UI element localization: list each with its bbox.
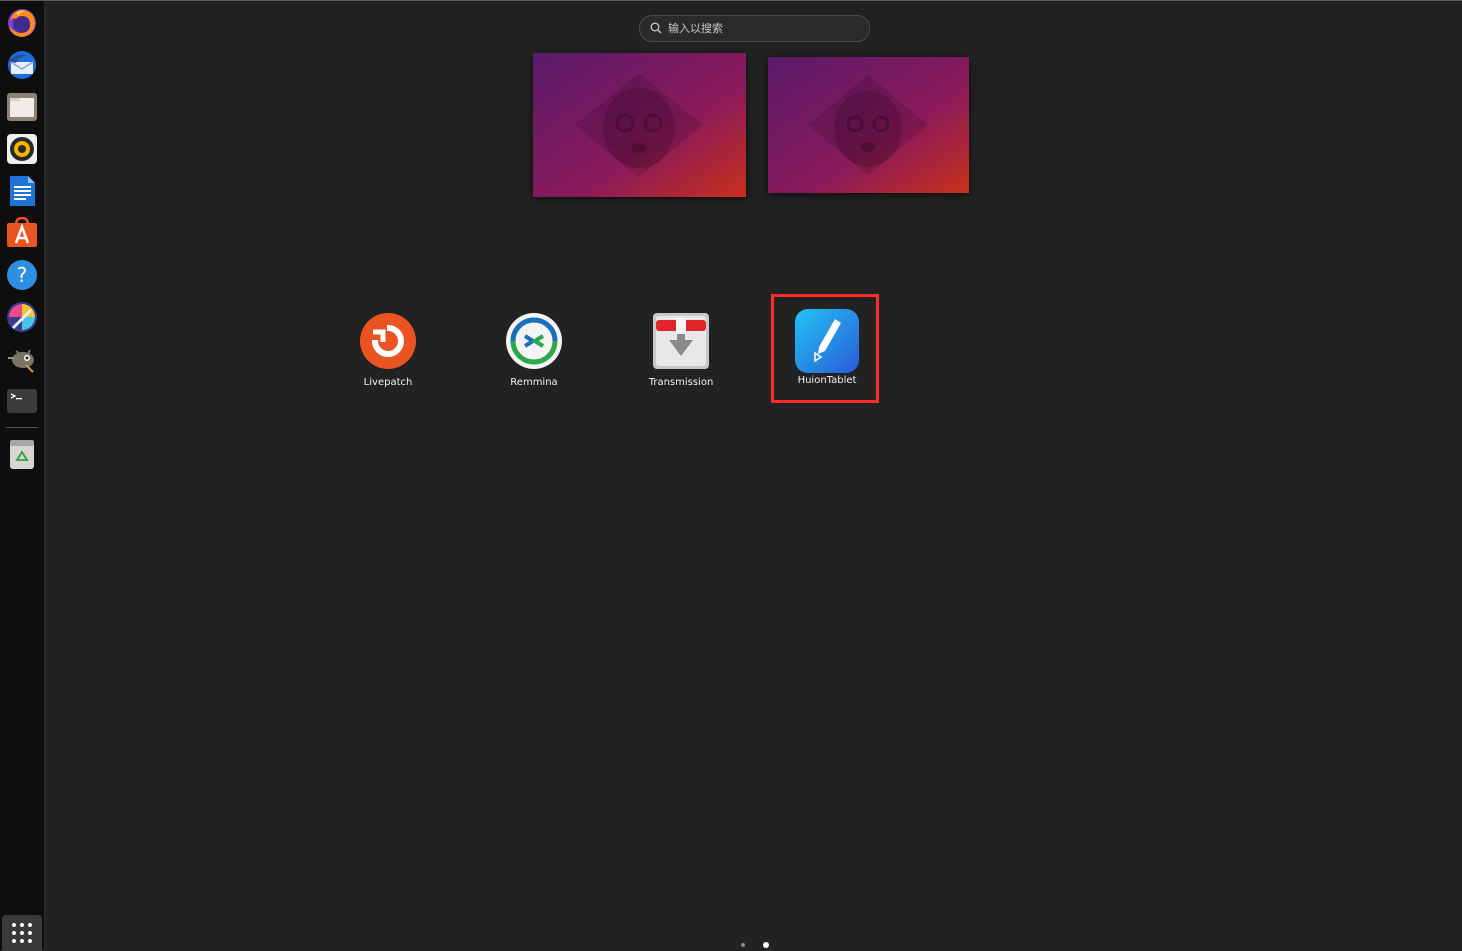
app-label: Livepatch: [363, 377, 413, 388]
search-icon: [650, 22, 662, 34]
help-icon[interactable]: ?: [6, 259, 38, 291]
dock-separator: [6, 427, 38, 428]
top-edge: [0, 0, 1462, 1]
files-icon[interactable]: [6, 91, 38, 123]
remmina-icon: [506, 313, 562, 369]
trash-icon[interactable]: [6, 438, 38, 470]
rhythmbox-icon[interactable]: [6, 133, 38, 165]
app-label: Remmina: [510, 377, 558, 388]
search-input[interactable]: [668, 20, 858, 37]
thunderbird-icon[interactable]: [6, 49, 38, 81]
page-indicator-1[interactable]: [741, 943, 745, 947]
highlight-box: [771, 294, 879, 403]
search-box[interactable]: [639, 15, 870, 42]
gimp-icon[interactable]: [6, 343, 38, 375]
app-label: Transmission: [648, 377, 714, 388]
terminal-icon[interactable]: [6, 385, 38, 417]
workspace-thumbnail-2[interactable]: [768, 57, 969, 193]
apps-grid-icon[interactable]: [2, 915, 42, 951]
firefox-icon[interactable]: [6, 7, 38, 39]
app-remmina[interactable]: Remmina: [474, 298, 594, 398]
workspace-thumbnail-1[interactable]: [533, 53, 746, 197]
dock: ?: [0, 1, 45, 951]
libreoffice-writer-icon[interactable]: [6, 175, 38, 207]
livepatch-icon: [360, 313, 416, 369]
app-livepatch[interactable]: Livepatch: [328, 298, 448, 398]
svg-text:?: ?: [17, 263, 28, 287]
krita-icon[interactable]: [6, 301, 38, 333]
app-center-icon[interactable]: [6, 216, 38, 249]
transmission-icon: [653, 313, 709, 369]
page-indicator-2[interactable]: [763, 942, 769, 948]
app-transmission[interactable]: Transmission: [621, 298, 741, 398]
